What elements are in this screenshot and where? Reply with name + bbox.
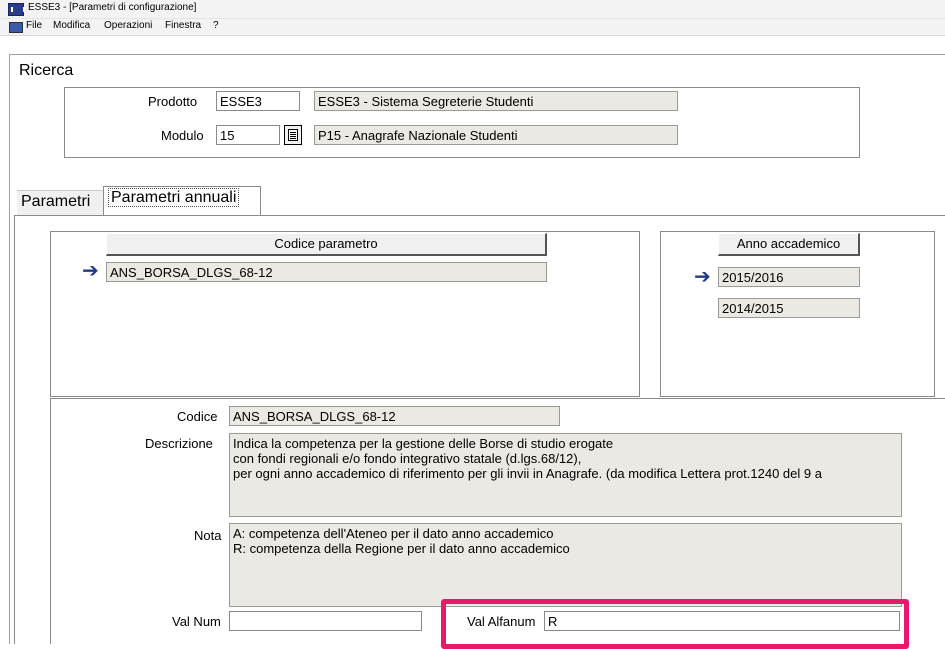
menu-help[interactable]: ?: [213, 20, 219, 31]
nota-label: Nota: [194, 528, 222, 543]
anno-accademico-row[interactable]: 2015/2016: [718, 267, 860, 287]
tab-parametri-label: Parametri: [21, 193, 91, 210]
val-num-label: Val Num: [172, 614, 221, 629]
prodotto-field[interactable]: ESSE3: [216, 91, 300, 111]
descrizione-label: Descrizione: [145, 436, 213, 451]
modulo-lookup-button[interactable]: [284, 125, 302, 145]
app-icon: [8, 3, 25, 16]
descrizione-line: Indica la competenza per la gestione del…: [233, 436, 614, 451]
codice-label: Codice: [177, 409, 218, 424]
ricerca-title: Ricerca: [19, 62, 74, 79]
menu-operazioni[interactable]: Operazioni: [104, 20, 152, 31]
modulo-label: Modulo: [161, 128, 204, 143]
window-titlebar: ESSE3 - [Parametri di configurazione]: [0, 0, 945, 19]
window-title: ESSE3 - [Parametri di configurazione]: [28, 2, 197, 13]
descrizione-line: con fondi regionali e/o fondo integrativ…: [233, 451, 582, 466]
tab-parametri-annuali-label: Parametri annuali: [108, 188, 240, 207]
descrizione-line: per ogni anno accademico di riferimento …: [233, 466, 822, 481]
current-row-arrow-icon: ➔: [82, 260, 99, 282]
current-year-arrow-icon: ➔: [694, 266, 711, 288]
nota-line: A: competenza dell'Ateneo per il dato an…: [233, 526, 554, 541]
descrizione-field[interactable]: Indica la competenza per la gestione del…: [229, 433, 902, 517]
tab-parametri-annuali[interactable]: Parametri annuali: [103, 186, 261, 216]
prodotto-description: ESSE3 - Sistema Segreterie Studenti: [314, 91, 678, 111]
menu-file[interactable]: File: [26, 20, 42, 31]
codice-parametro-column-header[interactable]: Codice parametro: [106, 233, 547, 256]
codice-parametro-row[interactable]: ANS_BORSA_DLGS_68-12: [106, 262, 547, 282]
anno-accademico-row[interactable]: 2014/2015: [718, 298, 860, 318]
val-num-field[interactable]: [229, 611, 422, 631]
tab-parametri[interactable]: Parametri: [17, 190, 106, 216]
menu-finestra[interactable]: Finestra: [165, 20, 201, 31]
list-icon: [288, 129, 298, 141]
menu-bar: File Modifica Operazioni Finestra ?: [0, 19, 945, 36]
codice-field: ANS_BORSA_DLGS_68-12: [229, 406, 560, 426]
prodotto-label: Prodotto: [148, 94, 198, 109]
modulo-field[interactable]: 15: [216, 125, 280, 145]
modulo-description: P15 - Anagrafe Nazionale Studenti: [314, 125, 678, 145]
nota-field[interactable]: A: competenza dell'Ateneo per il dato an…: [229, 523, 902, 607]
document-window-icon[interactable]: [9, 22, 23, 33]
highlight-box: [441, 599, 909, 649]
nota-line: R: competenza della Regione per il dato …: [233, 541, 570, 556]
menu-modifica[interactable]: Modifica: [53, 20, 90, 31]
anno-accademico-column-header[interactable]: Anno accademico: [718, 233, 860, 256]
